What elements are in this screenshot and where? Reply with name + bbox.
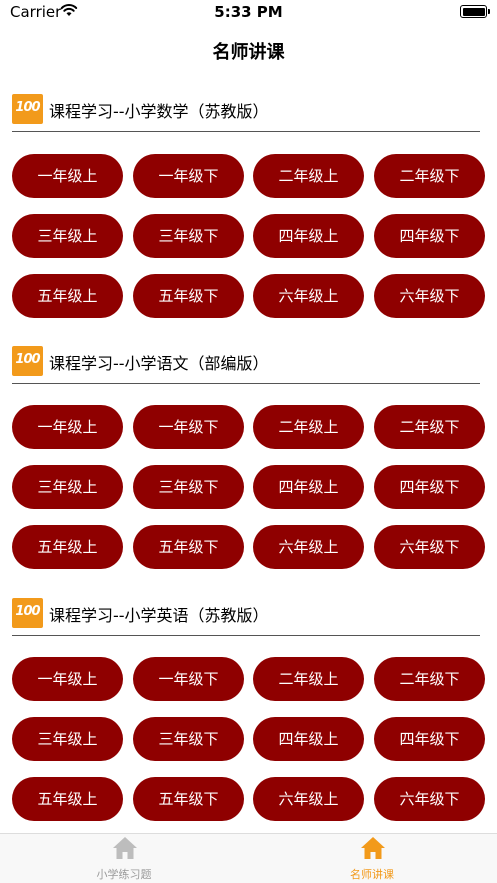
grade-button[interactable]: 四年级上 — [253, 717, 364, 761]
grade-button[interactable]: 四年级下 — [374, 465, 485, 509]
grade-button[interactable]: 五年级下 — [133, 777, 244, 821]
section-title: 课程学习--小学语文（部编版） — [49, 354, 269, 373]
grade-button[interactable]: 二年级下 — [374, 405, 485, 449]
grade-button[interactable]: 二年级上 — [253, 154, 364, 198]
grade-button[interactable]: 三年级下 — [133, 717, 244, 761]
grade-button[interactable]: 四年级上 — [253, 465, 364, 509]
section-title: 课程学习--小学英语（苏教版） — [49, 606, 269, 625]
grade-button[interactable]: 二年级下 — [374, 154, 485, 198]
grade-button[interactable]: 六年级上 — [253, 274, 364, 318]
grade-button[interactable]: 六年级上 — [253, 525, 364, 569]
grade-button[interactable]: 三年级上 — [12, 465, 123, 509]
tab-practice[interactable]: 小学练习题 — [0, 834, 248, 883]
grade-button[interactable]: 一年级上 — [12, 405, 123, 449]
grade-button[interactable]: 三年级上 — [12, 214, 123, 258]
grade-button[interactable]: 四年级下 — [374, 214, 485, 258]
course-logo-icon: 100 — [12, 346, 43, 376]
grade-button[interactable]: 三年级上 — [12, 717, 123, 761]
grade-button[interactable]: 五年级上 — [12, 525, 123, 569]
section-title: 课程学习--小学数学（苏教版） — [49, 102, 269, 121]
grade-button[interactable]: 一年级上 — [12, 154, 123, 198]
grade-button[interactable]: 四年级下 — [374, 717, 485, 761]
grade-button[interactable]: 五年级下 — [133, 525, 244, 569]
battery-icon — [460, 5, 490, 18]
grade-button[interactable]: 六年级上 — [253, 777, 364, 821]
grade-button[interactable]: 一年级下 — [133, 405, 244, 449]
tab-teacher-lessons[interactable]: 名师讲课 — [248, 834, 496, 883]
clock: 5:33 PM — [214, 3, 283, 21]
page-title: 名师讲课 — [212, 42, 285, 63]
grade-button[interactable]: 一年级上 — [12, 657, 123, 701]
tab-bar: 小学练习题 名师讲课 — [0, 833, 497, 883]
grade-button[interactable]: 五年级下 — [133, 274, 244, 318]
grade-button[interactable]: 一年级下 — [133, 657, 244, 701]
status-bar: Carrier 5:33 PM — [0, 0, 497, 26]
tab-label: 小学练习题 — [96, 868, 152, 881]
section-header-english: 100 课程学习--小学英语（苏教版） — [12, 598, 480, 636]
grade-button[interactable]: 六年级下 — [374, 777, 485, 821]
tab-label: 名师讲课 — [350, 868, 394, 881]
grade-button[interactable]: 四年级上 — [253, 214, 364, 258]
grade-button[interactable]: 二年级下 — [374, 657, 485, 701]
section-header-math: 100 课程学习--小学数学（苏教版） — [12, 94, 480, 132]
section-header-chinese: 100 课程学习--小学语文（部编版） — [12, 346, 480, 384]
course-logo-icon: 100 — [12, 598, 43, 628]
home-icon — [361, 837, 385, 859]
grade-button[interactable]: 二年级上 — [253, 405, 364, 449]
grade-button[interactable]: 一年级下 — [133, 154, 244, 198]
grade-button[interactable]: 三年级下 — [133, 214, 244, 258]
grade-button[interactable]: 二年级上 — [253, 657, 364, 701]
course-logo-icon: 100 — [12, 94, 43, 124]
home-icon — [113, 837, 137, 859]
grade-button[interactable]: 五年级上 — [12, 777, 123, 821]
grade-button[interactable]: 三年级下 — [133, 465, 244, 509]
grade-button[interactable]: 五年级上 — [12, 274, 123, 318]
grade-button[interactable]: 六年级下 — [374, 274, 485, 318]
grade-button[interactable]: 六年级下 — [374, 525, 485, 569]
